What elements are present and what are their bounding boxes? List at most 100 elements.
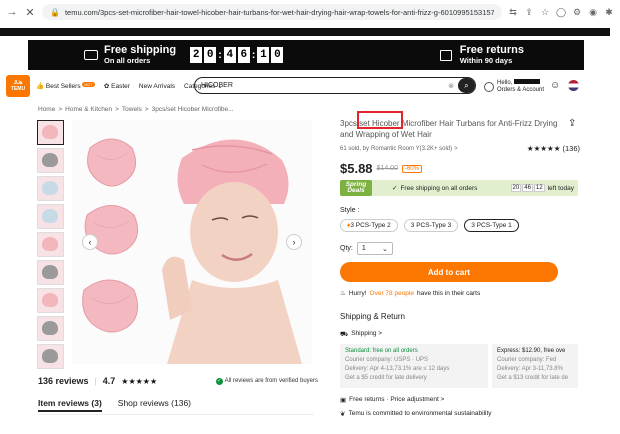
qty-label: Qty: <box>340 245 353 252</box>
review-count[interactable]: 136 reviews <box>38 376 89 386</box>
quantity-row: Qty: 1 ⌄ <box>340 242 393 255</box>
next-image-button[interactable]: › <box>286 234 302 250</box>
style-option-type1[interactable]: 3 PCS-Type 1 <box>464 219 519 232</box>
verified-note: ✓ All reviews are from verified buyers <box>215 377 318 385</box>
product-thumbnail[interactable] <box>37 344 64 369</box>
search-input[interactable]: HICOBER <box>201 82 448 89</box>
lock-icon: 🔒 <box>50 7 60 17</box>
close-icon[interactable]: ✕ <box>24 6 36 19</box>
search-button[interactable]: ⌕ <box>458 78 475 93</box>
breadcrumb-current: 3pcs/set Hicober Microfibe... <box>151 106 234 113</box>
search-bar[interactable]: HICOBER ⊗ ⌕ <box>194 77 476 94</box>
account-hello: Hello, <box>497 80 513 86</box>
grammar-icon[interactable]: ◉ <box>588 7 598 18</box>
express-credit: Get a $13 credit for late de <box>497 375 569 381</box>
style-option-type3[interactable]: 3 PCS-Type 3 <box>403 219 459 232</box>
product-thumbnail[interactable] <box>37 316 64 341</box>
breadcrumb-towels[interactable]: Towels <box>122 106 142 113</box>
redacted-name <box>514 79 541 84</box>
product-thumbnail[interactable] <box>37 120 64 145</box>
discount-badge: -60% <box>401 164 422 173</box>
sold-row: 61 sold, by Romantic Room Y(3.2K+ sold) … <box>340 144 580 153</box>
chevron-right-icon: › <box>292 237 296 247</box>
nav-easter-label: Easter <box>111 83 130 90</box>
price-row: $5.88 $14.00 -60% <box>340 161 422 176</box>
support-icon[interactable]: ☺ <box>550 80 560 91</box>
shipping-link[interactable]: ⛟ Shipping > <box>340 330 382 339</box>
shipping-link-label: Shipping > <box>351 330 383 337</box>
countdown-seconds: 12 <box>533 184 545 192</box>
account-menu[interactable]: Hello, Orders & Account <box>484 79 544 94</box>
forward-icon[interactable]: → <box>6 6 18 18</box>
add-to-cart-button[interactable]: Add to cart <box>340 262 558 282</box>
countdown-timer: 2 0 : 4 6 : 1 0 <box>190 47 284 63</box>
breadcrumb-home-kitchen[interactable]: Home & Kitchen <box>65 106 112 113</box>
countdown-minutes: 46 <box>522 184 533 192</box>
store-name[interactable]: Romantic Room Y(3.2K+ sold) <box>371 146 452 152</box>
settings-icon[interactable]: ⚙ <box>572 7 582 18</box>
review-tabs: Item reviews (3) Shop reviews (136) <box>38 398 191 412</box>
free-shipping-note: ✓ Free shipping on all orders <box>392 184 478 193</box>
main-product-image[interactable]: ‹ › <box>72 120 312 364</box>
quantity-select[interactable]: 1 ⌄ <box>356 242 393 255</box>
rating-stars: ★★★★★ <box>526 144 561 153</box>
check-icon: ✓ <box>392 185 398 192</box>
timer-digit: 0 <box>204 47 217 63</box>
spring-deals-bar: Spring Deals ✓ Free shipping on all orde… <box>340 180 578 196</box>
style-options: ♦3 PCS-Type 2 3 PCS-Type 3 3 PCS-Type 1 <box>340 219 519 232</box>
translate-icon[interactable]: ⇆ <box>508 7 518 18</box>
share-icon[interactable]: ⇪ <box>568 118 576 129</box>
timer-digit: 4 <box>223 47 236 63</box>
share-icon[interactable]: ⇪ <box>524 7 534 18</box>
timer-digit: 2 <box>190 47 203 63</box>
breadcrumb-home[interactable]: Home <box>38 106 55 113</box>
url-text[interactable]: temu.com/3pcs-set-microfiber-hair-towel-… <box>65 8 494 17</box>
hurry-note: ♨ Hurry! Over 78 people have this in the… <box>340 289 480 298</box>
nav-new-arrivals[interactable]: New Arrivals <box>139 83 175 90</box>
browser-toolbar: → ✕ 🔒 temu.com/3pcs-set-microfiber-hair-… <box>0 0 620 24</box>
return-box-icon: ▣ <box>340 397 347 404</box>
nav-easter[interactable]: ✿ Easter <box>104 82 130 90</box>
timer-digit: 6 <box>237 47 250 63</box>
prev-image-button[interactable]: ‹ <box>82 234 98 250</box>
left-today: left today <box>547 184 574 192</box>
easter-icon: ✿ <box>103 83 110 90</box>
rating-count: (136) <box>562 144 580 153</box>
standard-delivery: Delivery: Apr 4-13,73.1% are ≤ 12 days <box>345 366 450 372</box>
nav-best-sellers[interactable]: 👍 Best Sellers HOT <box>36 82 95 90</box>
deal-countdown: 20 46 12 left today <box>510 184 578 192</box>
standard-shipping-card: Standard: free on all orders Courier com… <box>340 344 488 388</box>
free-shipping-text: Free shipping on all orders <box>400 184 478 192</box>
free-returns-subtitle: Within 90 days <box>459 56 513 65</box>
chevron-right-icon: > <box>454 145 458 152</box>
product-rating[interactable]: ★★★★★ (136) <box>527 144 580 153</box>
user-icon <box>484 81 494 92</box>
product-thumbnail[interactable] <box>37 260 64 285</box>
product-thumbnail[interactable] <box>37 148 64 173</box>
hot-badge: HOT <box>82 82 95 87</box>
tab-shop-reviews[interactable]: Shop reviews (136) <box>118 398 191 412</box>
express-courier: Courier company: Fed <box>497 357 557 363</box>
timer-colon: : <box>218 49 222 61</box>
sustainability-row: ❦ Temu is committed to environmental sus… <box>340 410 492 418</box>
spring-deals-badge: Spring Deals <box>340 180 372 196</box>
bookmark-star-icon[interactable]: ☆ <box>540 7 550 18</box>
breadcrumb-separator: > <box>115 106 119 113</box>
product-thumbnail[interactable] <box>37 204 64 229</box>
free-shipping-promo: Free shipping On all orders 2 0 : 4 6 : … <box>84 44 284 65</box>
product-thumbnail[interactable] <box>37 232 64 257</box>
puzzle-icon[interactable]: ✱ <box>604 7 614 18</box>
address-bar[interactable]: 🔒 temu.com/3pcs-set-microfiber-hair-towe… <box>42 4 502 20</box>
product-thumbnail[interactable] <box>37 288 64 313</box>
chevron-down-icon: ⌄ <box>381 245 388 253</box>
extension-icon[interactable]: ◯ <box>556 7 566 18</box>
express-shipping-card: Express: $12.90, free ove Courier compan… <box>492 344 578 388</box>
tab-item-reviews[interactable]: Item reviews (3) <box>38 398 102 412</box>
style-option-type2[interactable]: ♦3 PCS-Type 2 <box>340 219 398 232</box>
free-returns-row[interactable]: ▣ Free returns · Price adjustment > <box>340 396 444 404</box>
temu-logo[interactable]: Ꮽᒍᏼ TEMU <box>6 75 30 97</box>
clear-search-icon[interactable]: ⊗ <box>448 82 454 90</box>
free-shipping-title: Free shipping <box>104 44 177 56</box>
us-flag-icon[interactable] <box>568 80 580 91</box>
product-thumbnail[interactable] <box>37 176 64 201</box>
